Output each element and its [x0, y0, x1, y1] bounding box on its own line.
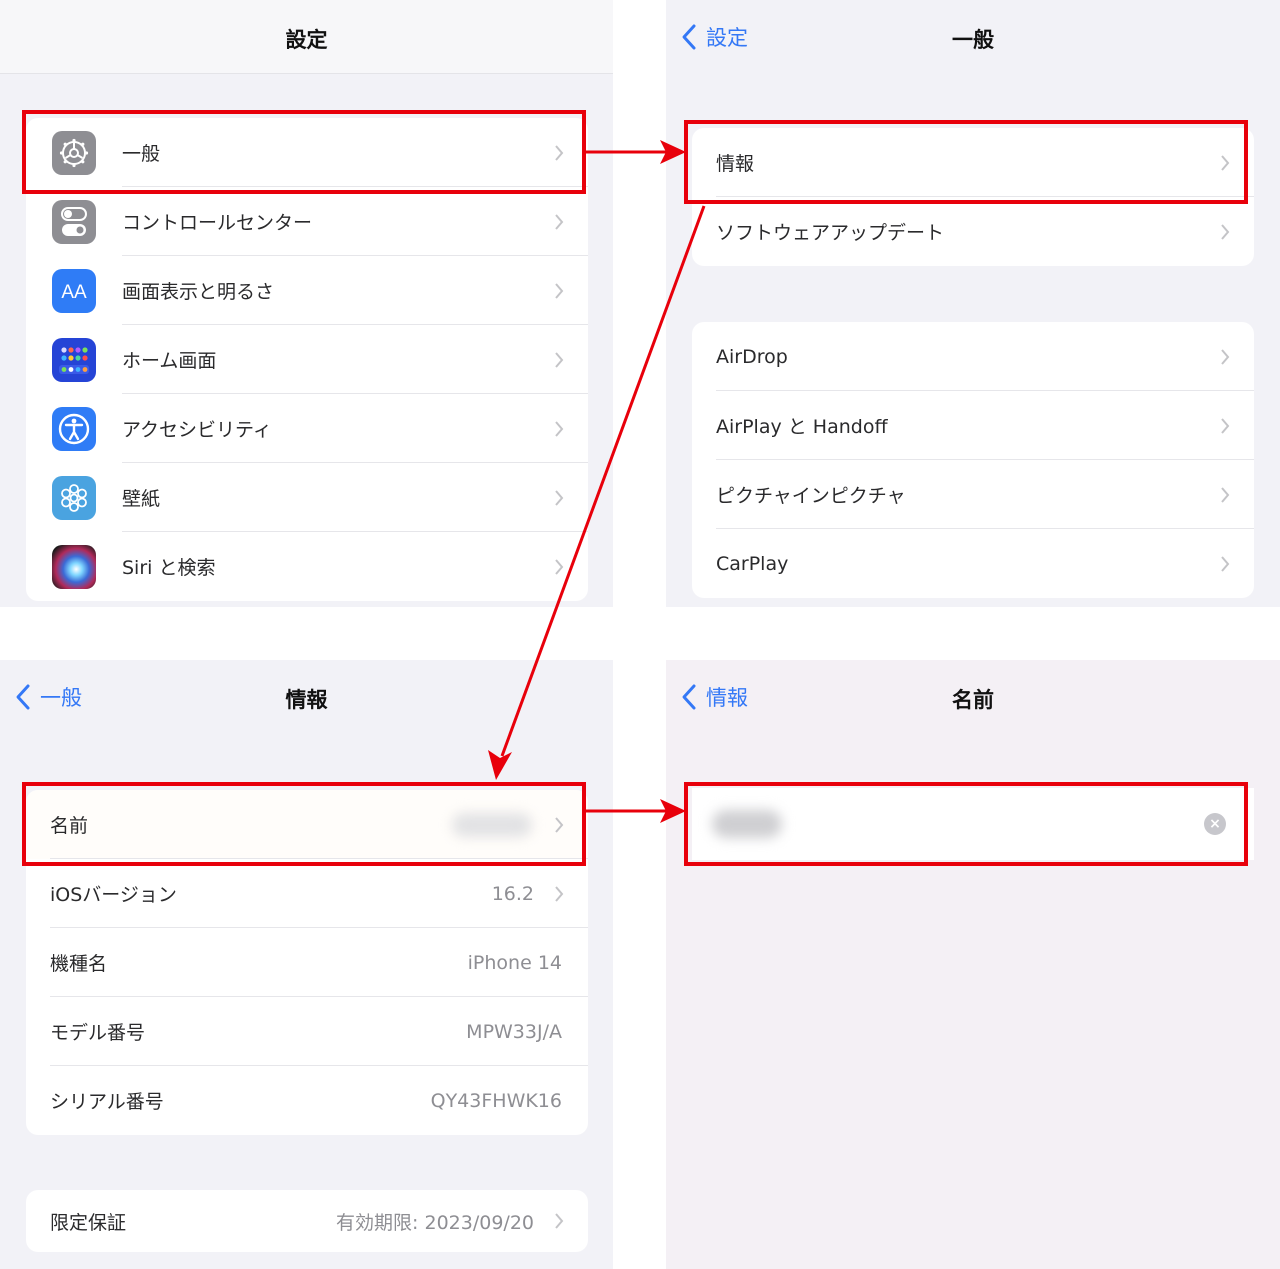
- accessibility-icon: [52, 406, 96, 451]
- settings-item-siri-search[interactable]: Siri と検索: [26, 532, 588, 601]
- clear-icon[interactable]: ×: [1204, 813, 1226, 835]
- general-item-airdrop[interactable]: AirDrop: [692, 322, 1254, 391]
- chevron-right-icon: [555, 885, 564, 902]
- about-item-ios-version[interactable]: iOSバージョン 16.2: [26, 859, 588, 928]
- settings-item-accessibility[interactable]: アクセシビリティ: [26, 394, 588, 463]
- home-screen-icon: [52, 337, 96, 382]
- about-item-label: シリアル番号: [50, 1091, 164, 1113]
- general-list-top: 情報 ソフトウェアアップデート: [692, 128, 1254, 266]
- settings-item-label: アクセシビリティ: [122, 419, 272, 441]
- chevron-right-icon: [555, 558, 564, 575]
- chevron-right-icon: [1221, 223, 1230, 240]
- general-item-label: 情報: [716, 153, 755, 175]
- chevron-right-icon: [555, 816, 564, 833]
- about-item-label: iOSバージョン: [50, 884, 177, 906]
- chevron-right-icon: [555, 420, 564, 437]
- chevron-right-icon: [555, 1213, 564, 1229]
- general-item-label: ソフトウェアアップデート: [716, 222, 945, 244]
- name-screen: 情報 名前 ×: [666, 660, 1280, 1269]
- chevron-right-icon: [1221, 417, 1230, 434]
- about-item-label: 名前: [50, 815, 89, 837]
- about-item-serial-number: シリアル番号 QY43FHWK16: [26, 1066, 588, 1135]
- chevron-right-icon: [555, 213, 564, 230]
- settings-item-label: Siri と検索: [122, 557, 216, 579]
- settings-item-home-screen[interactable]: ホーム画面: [26, 325, 588, 394]
- navigation-bar: 一般 情報: [0, 660, 613, 734]
- settings-item-label: 壁紙: [122, 488, 161, 510]
- device-name-input[interactable]: ×: [692, 788, 1254, 860]
- chevron-right-icon: [1221, 154, 1230, 171]
- navigation-bar: 情報 名前: [666, 660, 1280, 734]
- about-list-warranty: 限定保証 有効期限: 2023/09/20: [26, 1190, 588, 1252]
- about-item-label: モデル番号: [50, 1022, 146, 1044]
- about-item-limited-warranty[interactable]: 限定保証 有効期限: 2023/09/20: [26, 1190, 588, 1252]
- settings-item-label: 画面表示と明るさ: [122, 281, 275, 303]
- control-center-icon: [52, 199, 96, 244]
- about-item-model-number: モデル番号 MPW33J/A: [26, 997, 588, 1066]
- siri-icon: [52, 544, 96, 589]
- settings-item-label: 一般: [122, 143, 161, 165]
- display-brightness-icon: AA: [52, 268, 96, 313]
- general-item-label: ピクチャインピクチャ: [716, 485, 906, 507]
- navigation-bar: 設定: [0, 0, 613, 74]
- chevron-right-icon: [1221, 555, 1230, 572]
- general-item-about[interactable]: 情報: [692, 128, 1254, 197]
- page-title: 一般: [952, 28, 994, 52]
- about-item-label: 限定保証: [50, 1211, 127, 1234]
- about-item-value: iPhone 14: [467, 951, 562, 974]
- general-item-software-update[interactable]: ソフトウェアアップデート: [692, 197, 1254, 266]
- chevron-right-icon: [555, 489, 564, 506]
- general-item-label: CarPlay: [716, 552, 789, 575]
- general-screen: 設定 一般 情報 ソフトウェアアップデート AirDrop AirPlay と …: [666, 0, 1280, 607]
- general-list-connectivity: AirDrop AirPlay と Handoff ピクチャインピクチャ Car…: [692, 322, 1254, 598]
- general-item-label: AirDrop: [716, 345, 788, 368]
- general-item-picture-in-picture[interactable]: ピクチャインピクチャ: [692, 460, 1254, 529]
- page-title: 情報: [285, 688, 328, 712]
- settings-list: 一般 コントロールセンター AA 画面表示と明るさ ホーム画面 アクセシビリティ…: [26, 118, 588, 601]
- page-title: 設定: [285, 28, 328, 52]
- settings-item-label: コントロールセンター: [122, 212, 313, 234]
- settings-screen: 設定 一般 コントロールセンター AA 画面表示と明るさ ホーム画面 アクセシビ…: [0, 0, 613, 607]
- general-item-carplay[interactable]: CarPlay: [692, 529, 1254, 598]
- wallpaper-icon: [52, 475, 96, 520]
- about-item-value: 有効期限: 2023/09/20: [336, 1211, 534, 1234]
- gear-icon: [52, 130, 96, 175]
- navigation-bar: 設定 一般: [666, 0, 1280, 74]
- settings-item-general[interactable]: 一般: [26, 118, 588, 187]
- chevron-right-icon: [555, 282, 564, 299]
- settings-item-wallpaper[interactable]: 壁紙: [26, 463, 588, 532]
- about-item-name[interactable]: 名前: [26, 790, 588, 859]
- general-item-label: AirPlay と Handoff: [716, 416, 888, 438]
- chevron-right-icon: [1221, 486, 1230, 503]
- device-name-value-blurred: [452, 812, 532, 837]
- settings-item-control-center[interactable]: コントロールセンター: [26, 187, 588, 256]
- general-item-airplay-handoff[interactable]: AirPlay と Handoff: [692, 391, 1254, 460]
- settings-item-label: ホーム画面: [122, 350, 217, 372]
- device-name-text-blurred: [712, 810, 782, 838]
- chevron-right-icon: [555, 144, 564, 161]
- svg-text:AA: AA: [61, 282, 87, 303]
- about-item-value: 16.2: [491, 882, 534, 905]
- settings-item-display-brightness[interactable]: AA 画面表示と明るさ: [26, 256, 588, 325]
- about-item-model-name: 機種名 iPhone 14: [26, 928, 588, 997]
- about-list-info: 名前 iOSバージョン 16.2 機種名 iPhone 14 モデル番号 MPW…: [26, 790, 588, 1135]
- about-item-label: 機種名: [50, 953, 108, 975]
- about-screen: 一般 情報 名前 iOSバージョン 16.2 機種名 iPhone 14 モデル…: [0, 660, 613, 1269]
- chevron-right-icon: [1221, 348, 1230, 365]
- chevron-right-icon: [555, 351, 564, 368]
- about-item-value: MPW33J/A: [466, 1020, 562, 1043]
- about-item-value: QY43FHWK16: [430, 1089, 562, 1112]
- page-title: 名前: [952, 688, 994, 712]
